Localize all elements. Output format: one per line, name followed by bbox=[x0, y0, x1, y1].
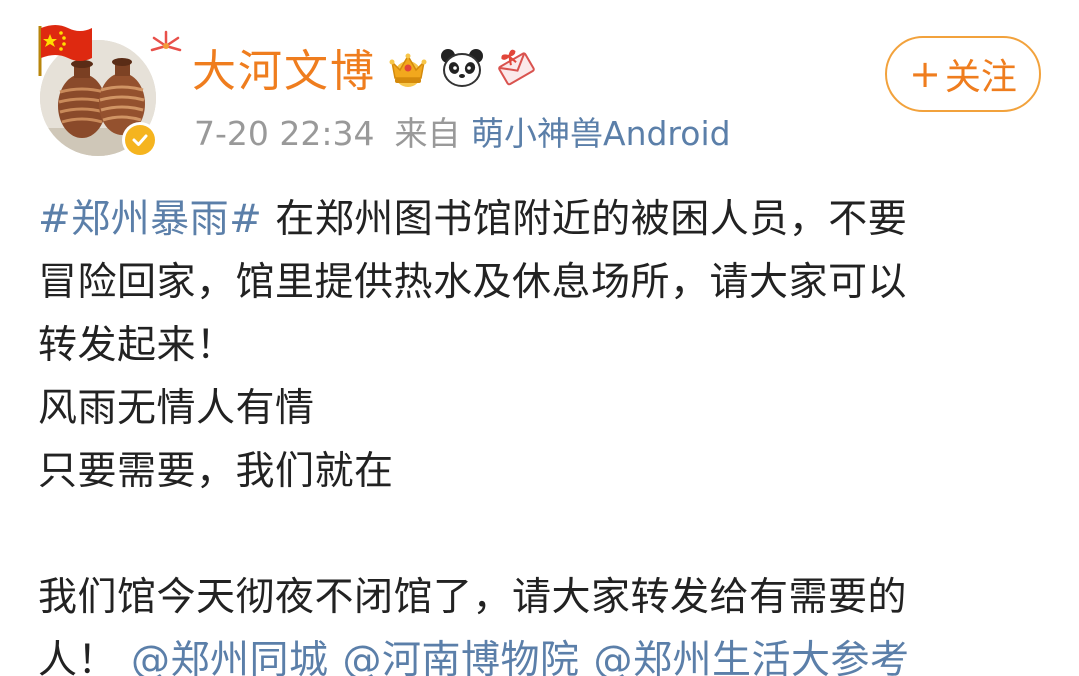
panda-icon[interactable] bbox=[439, 42, 485, 94]
post-timestamp[interactable]: 7-20 22:34 bbox=[194, 114, 375, 153]
source-prefix: 来自 bbox=[394, 114, 461, 153]
mention-link-zhengzhou-tongcheng[interactable]: @郑州同城 bbox=[131, 638, 329, 676]
firework-icon bbox=[146, 26, 186, 66]
post-line-7-text: 人！ bbox=[38, 638, 118, 676]
post-line-5: 只要需要，我们就在 bbox=[38, 449, 394, 494]
plus-icon: + bbox=[909, 52, 941, 96]
avatar-container[interactable] bbox=[38, 25, 182, 160]
username[interactable]: 大河文博 bbox=[192, 44, 376, 100]
post-line-3: 转发起来！ bbox=[38, 323, 236, 368]
china-flag-icon bbox=[34, 22, 96, 76]
verified-badge-icon bbox=[122, 122, 158, 158]
post-line-2: 冒险回家，馆里提供热水及休息场所，请大家可以 bbox=[38, 260, 908, 305]
follow-label: 关注 bbox=[944, 57, 1017, 98]
crown-icon[interactable] bbox=[385, 42, 431, 94]
post-line-6: 我们馆今天彻夜不闭馆了，请大家转发给有需要的 bbox=[38, 575, 908, 620]
post-meta: 7-20 22:34 来自 萌小神兽Android bbox=[194, 112, 731, 156]
post-line-4: 风雨无情人有情 bbox=[38, 386, 315, 431]
post-line-7: 人！ @郑州同城 @河南博物院 @郑州生活大参考 bbox=[38, 629, 1048, 676]
post-line-1-text: 在郑州图书馆附近的被困人员，不要 bbox=[262, 197, 908, 242]
user-badges bbox=[385, 42, 539, 94]
mention-link-henan-museum[interactable]: @河南博物院 bbox=[343, 638, 580, 676]
post-line-1: #郑州暴雨# 在郑州图书馆附近的被困人员，不要 bbox=[38, 188, 1048, 251]
post-content: #郑州暴雨# 在郑州图书馆附近的被困人员，不要 冒险回家，馆里提供热水及休息场所… bbox=[38, 188, 1048, 676]
gift-envelope-icon[interactable] bbox=[493, 42, 539, 94]
weibo-post: 大河文博 7-20 22:34 来自 萌小神兽Android + 关注 #郑州暴… bbox=[0, 0, 1079, 676]
follow-button[interactable]: + 关注 bbox=[885, 36, 1041, 112]
source-app-link[interactable]: 萌小神兽Android bbox=[471, 114, 731, 153]
mention-link-zhengzhou-life[interactable]: @郑州生活大参考 bbox=[594, 638, 910, 676]
topic-hashtag-link[interactable]: #郑州暴雨# bbox=[38, 197, 262, 242]
